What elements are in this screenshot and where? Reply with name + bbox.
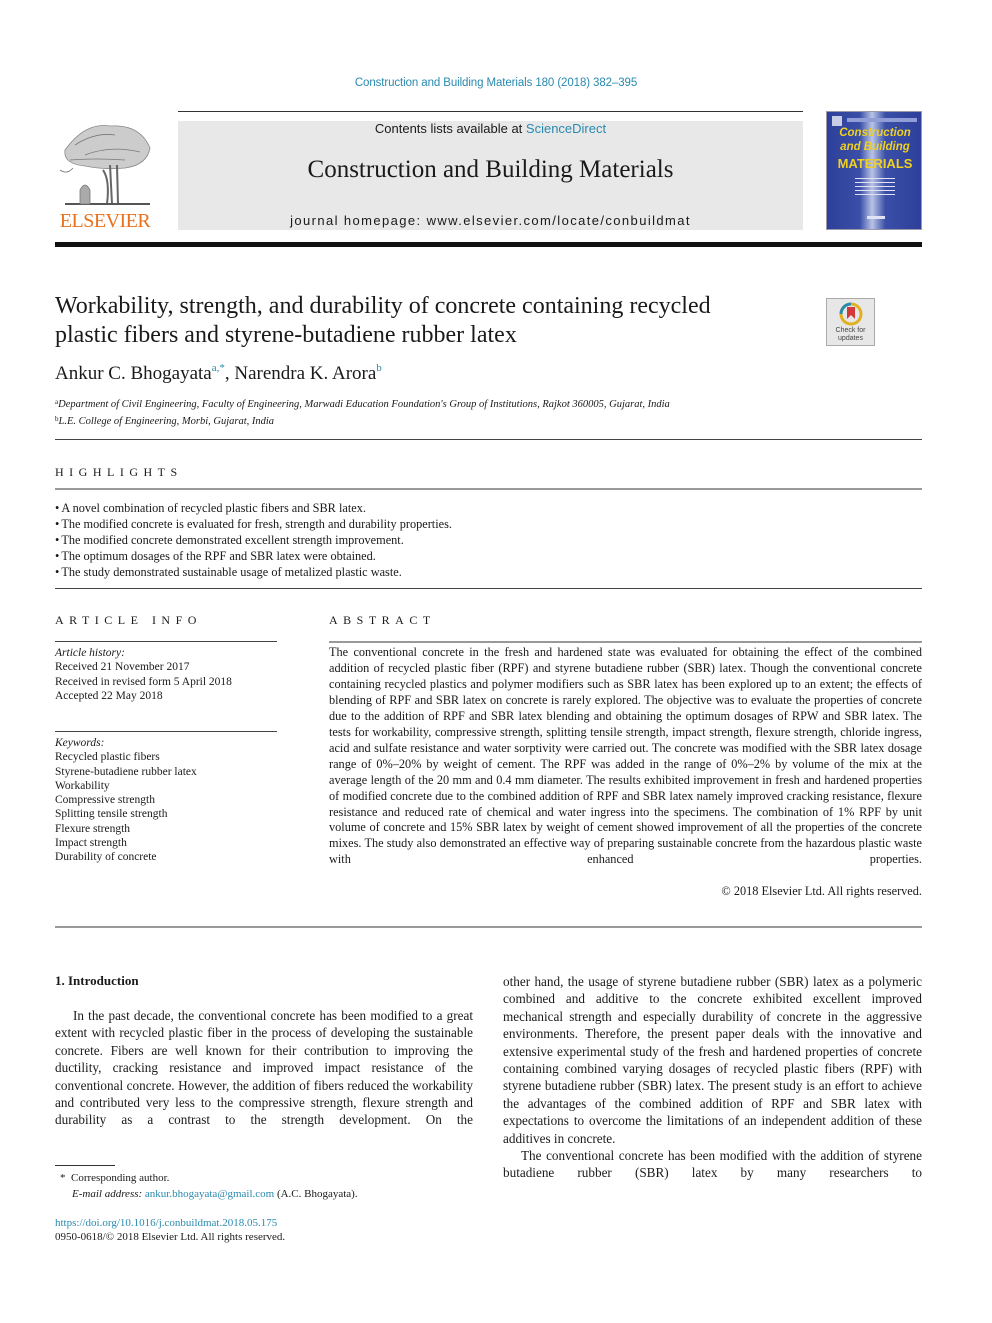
cover-footer-mark [867,216,885,219]
article-title-line: Workability, strength, and durability of… [55,293,711,319]
keyword-item: Styrene-butadiene rubber latex [55,765,197,778]
article-title-line: plastic fibers and styrene-butadiene rub… [55,322,517,348]
highlight-item: The study demonstrated sustainable usage… [55,564,915,580]
issn-copyright: 0950-0618/© 2018 Elsevier Ltd. All right… [55,1231,286,1243]
affiliation-text: Department of Civil Engineering, Faculty… [58,399,670,410]
footnote-symbol: * [60,1172,66,1184]
cover-title-line: Construction [839,127,911,139]
check-updates-line: Check for [835,327,866,334]
article-history: Article history: Received 21 November 20… [55,646,232,703]
abstract-rule [329,641,922,643]
article-info-rule [55,641,277,642]
introduction-column-2: other hand, the usage of styrene butadie… [503,973,922,1182]
abstract-heading: ABSTRACT [329,613,436,627]
elsevier-wordmark: ELSEVIER [59,210,151,232]
journal-citation-link[interactable]: Construction and Building Materials 180 … [0,77,992,89]
email-suffix: (A.C. Bhogayata). [274,1188,358,1200]
highlight-item: The modified concrete demonstrated excel… [55,532,915,548]
keyword-item: Durability of concrete [55,851,157,864]
history-item: Received 21 November 2017 [55,661,190,674]
affiliation-item: bL.E. College of Engineering, Morbi, Guj… [55,412,670,429]
highlights-bottom-rule [55,588,922,589]
footnote-rule [55,1165,115,1166]
highlights-heading: HIGHLIGHTS [55,465,183,479]
affiliation-text: L.E. College of Engineering, Morbi, Guja… [58,416,275,427]
keywords: Keywords: Recycled plastic fibers Styren… [55,736,197,865]
check-updates-line: updates [838,335,863,342]
footer: https://doi.org/10.1016/j.conbuildmat.20… [55,1216,285,1244]
tree-icon [59,125,151,205]
cover-logo-icon [832,116,842,126]
journal-homepage[interactable]: journal homepage: www.elsevier.com/locat… [178,213,803,228]
keyword-item: Workability [55,779,110,792]
email-label: E-mail address: [72,1188,145,1200]
email-note: E-mail address: ankur.bhogayata@gmail.co… [60,1186,358,1202]
check-updates-label: Check for updates [827,327,874,343]
corresponding-author-note: * Corresponding author. [60,1170,358,1186]
introduction-paragraph: The conventional concrete has been modif… [503,1148,922,1181]
article-info-heading: ARTICLE INFO [55,613,202,627]
corresponding-label: Corresponding author. [71,1172,170,1184]
abstract-body: The conventional concrete in the fresh a… [329,645,922,867]
author-affiliation-marker[interactable]: b [376,362,382,374]
affiliations: aDepartment of Civil Engineering, Facult… [55,395,670,429]
author-separator: , [224,363,235,384]
sciencedirect-link[interactable]: ScienceDirect [526,121,606,136]
history-label: Article history: [55,647,125,659]
keyword-item: Impact strength [55,837,127,850]
check-updates-icon [839,302,863,326]
author-list: Ankur C. Bhogayataa,*, Narendra K. Arora… [55,362,382,385]
abstract-copyright: © 2018 Elsevier Ltd. All rights reserved… [721,884,922,898]
introduction-paragraph: other hand, the usage of styrene butadie… [503,974,922,1146]
doi-link[interactable]: https://doi.org/10.1016/j.conbuildmat.20… [55,1216,285,1230]
title-block-rule [55,439,922,440]
highlight-item: A novel combination of recycled plastic … [55,500,915,516]
keyword-item: Compressive strength [55,794,155,807]
author-affiliation-marker[interactable]: a,* [212,362,225,374]
highlight-item: The modified concrete is evaluated for f… [55,516,915,532]
introduction-paragraph: In the past decade, the conventional con… [55,1008,473,1128]
contents-line: Contents lists available at ScienceDirec… [178,121,803,136]
keyword-item: Recycled plastic fibers [55,751,160,764]
footnote: * Corresponding author. E-mail address: … [60,1170,358,1202]
keywords-rule [55,731,277,732]
cover-subtitle-lines [855,178,895,198]
journal-cover-image[interactable]: Construction and Building MATERIALS [826,111,922,230]
introduction-heading: 1. Introduction [55,973,139,988]
history-item: Received in revised form 5 April 2018 [55,675,232,688]
header-thick-rule [55,242,922,247]
header-rule [178,111,803,112]
check-for-updates-button[interactable]: Check for updates [826,298,875,346]
cover-title-line: and Building [840,141,910,153]
cover-bar [847,118,917,122]
keywords-label: Keywords: [55,737,105,749]
author-name: Narendra K. Arora [234,363,377,384]
affiliation-item: aDepartment of Civil Engineering, Facult… [55,395,670,412]
article-title: Workability, strength, and durability of… [55,292,815,350]
front-matter-rule [55,926,922,928]
highlights-list: A novel combination of recycled plastic … [55,500,915,580]
history-item: Accepted 22 May 2018 [55,689,163,702]
highlights-rule [55,488,922,490]
contents-prefix: Contents lists available at [374,121,526,136]
author-name: Ankur C. Bhogayata [55,363,212,384]
email-link[interactable]: ankur.bhogayata@gmail.com [145,1188,274,1200]
cover-title-materials: MATERIALS [837,156,913,171]
cover-title: Construction and Building [827,126,923,154]
journal-title: Construction and Building Materials [307,156,674,183]
keyword-item: Splitting tensile strength [55,808,168,821]
keyword-item: Flexure strength [55,822,131,835]
highlight-item: The optimum dosages of the RPF and SBR l… [55,548,915,564]
